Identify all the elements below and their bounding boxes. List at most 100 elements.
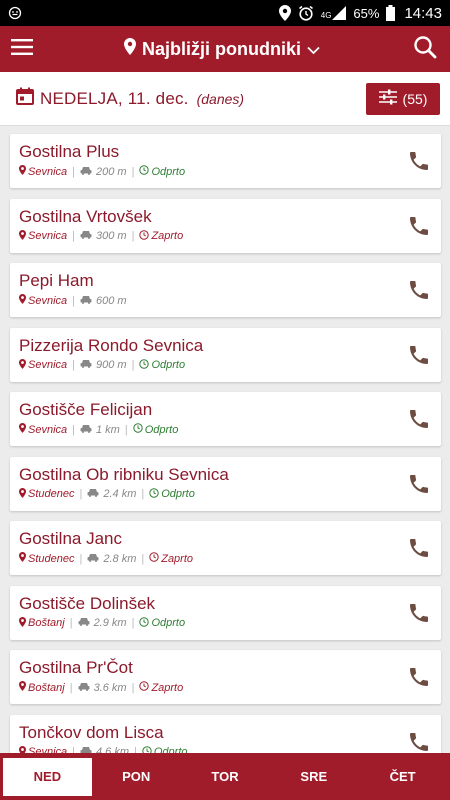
map-pin-icon [19,616,26,630]
restaurant-location: Studenec [19,552,74,565]
car-icon [80,230,92,242]
tab-tor[interactable]: TOR [181,758,270,796]
restaurant-name: Pizzerija Rondo Sevnica [19,335,204,355]
restaurant-meta: Studenec | 2.8 km | Zaprto [19,552,441,565]
car-icon [87,488,99,500]
restaurant-location: Sevnica [19,229,67,243]
separator: | [69,681,73,694]
car-icon [80,295,92,307]
restaurant-status: Zaprto [149,552,193,565]
phone-icon[interactable] [407,149,431,173]
separator: | [79,488,83,500]
battery-percent: 65% [353,5,380,21]
clock-icon [139,616,150,630]
phone-icon[interactable] [407,665,431,689]
restaurant-meta: Sevnica | 200 m | Odprto [19,165,441,178]
status-text: Odprto [144,423,179,436]
page-title: Najbližji ponudniki [142,38,301,59]
restaurant-status: Odprto [139,165,185,178]
restaurant-card[interactable]: Gostišče Dolinšek Boštanj | 2.9 km | Odp… [10,585,441,640]
restaurant-meta: Sevnica | 1 km | Odprto [19,423,441,436]
restaurant-name: Tončkov dom Lisca [19,722,164,742]
status-text: Odprto [151,617,186,629]
tab-sre[interactable]: SRE [269,758,358,796]
restaurant-card[interactable]: Gostilna Ob ribniku Sevnica Studenec | 2… [10,456,441,511]
tab-pon[interactable]: PON [92,758,181,796]
menu-button[interactable] [0,26,44,72]
separator: | [131,617,135,629]
restaurant-card[interactable]: Gostilna Vrtovšek Sevnica | 300 m | Zapr… [10,198,441,253]
restaurant-name: Gostilna Janc [19,529,122,548]
phone-icon[interactable] [407,407,431,431]
separator: | [131,165,135,178]
tab-ned[interactable]: NED [3,757,92,796]
location-text: Boštanj [28,617,65,629]
separator: | [131,230,135,242]
status-text: Odprto [161,488,195,500]
clock-icon [139,229,150,243]
phone-icon[interactable] [407,536,431,560]
phone-icon[interactable] [407,343,431,367]
separator: | [69,617,73,629]
date-selector[interactable]: NEDELJA, 11. dec. (danes) [16,87,366,110]
car-icon [80,424,92,436]
map-pin-icon [19,423,26,436]
restaurant-status: Zaprto [139,681,183,694]
restaurant-card[interactable]: Pizzerija Rondo Sevnica Sevnica | 900 m … [10,327,441,382]
filter-button[interactable]: (55) [366,82,440,115]
restaurant-card[interactable]: Gostilna Pr'Čot Boštanj | 3.6 km | Zaprt… [10,650,441,704]
filter-count: (55) [402,90,428,107]
location-text: Studenec [28,488,75,500]
restaurant-card[interactable]: Gostilna Plus Sevnica | 200 m | Odprto [10,134,441,188]
restaurant-location: Sevnica [19,423,67,436]
distance-text: 2.9 km [93,617,127,629]
status-text: Odprto [151,165,186,178]
status-text: Zaprto [151,230,184,242]
search-icon [413,35,437,64]
map-pin-icon [124,38,136,60]
separator: | [131,359,135,371]
restaurant-distance: 300 m [80,230,127,242]
hamburger-icon [11,38,33,60]
car-icon [80,359,92,371]
search-button[interactable] [400,26,450,72]
date-bar: NEDELJA, 11. dec. (danes) (55) [0,72,450,126]
separator: | [72,359,75,371]
distance-text: 200 m [96,165,127,178]
restaurant-meta: Studenec | 2.4 km | Odprto [19,487,441,501]
location-selector[interactable]: Najbližji ponudniki [44,38,400,60]
status-text: Zaprto [161,552,194,565]
distance-text: 900 m [96,359,127,371]
phone-icon[interactable] [407,278,431,302]
chevron-down-icon [307,39,320,60]
separator: | [72,165,75,178]
distance-text: 2.4 km [103,488,137,500]
android-debug-icon [8,6,22,20]
restaurant-location: Studenec [19,487,75,501]
restaurant-card[interactable]: Pepi Ham Sevnica | 600 m [10,263,441,317]
car-icon [78,617,90,629]
restaurant-name: Gostilna Ob ribniku Sevnica [19,464,229,484]
status-text: Zaprto [151,681,184,694]
restaurant-distance: 600 m [80,295,127,307]
tab-čet[interactable]: ČET [358,758,447,796]
distance-text: 600 m [96,294,127,307]
network-4g-icon: 4G [321,6,347,20]
restaurant-card[interactable]: Gostišče Felicijan Sevnica | 1 km | Odpr… [10,392,441,446]
status-bar: 4G 65% 14:43 [0,0,450,26]
restaurant-distance: 2.9 km [78,617,127,629]
distance-text: 2.8 km [103,552,137,565]
restaurant-status: Zaprto [139,229,184,243]
phone-icon[interactable] [407,472,431,496]
restaurant-location: Boštanj [19,616,65,630]
location-text: Sevnica [28,294,68,307]
phone-icon[interactable] [407,601,431,625]
restaurant-card[interactable]: Gostilna Janc Studenec | 2.8 km | Zaprto [10,521,441,575]
restaurant-meta: Boštanj | 2.9 km | Odprto [19,616,441,630]
restaurant-meta: Boštanj | 3.6 km | Zaprto [19,681,441,694]
restaurant-meta: Sevnica | 600 m [19,294,441,307]
phone-icon[interactable] [407,214,431,238]
car-icon [80,166,92,178]
restaurant-status: Odprto [149,487,195,501]
phone-icon[interactable] [407,730,431,754]
